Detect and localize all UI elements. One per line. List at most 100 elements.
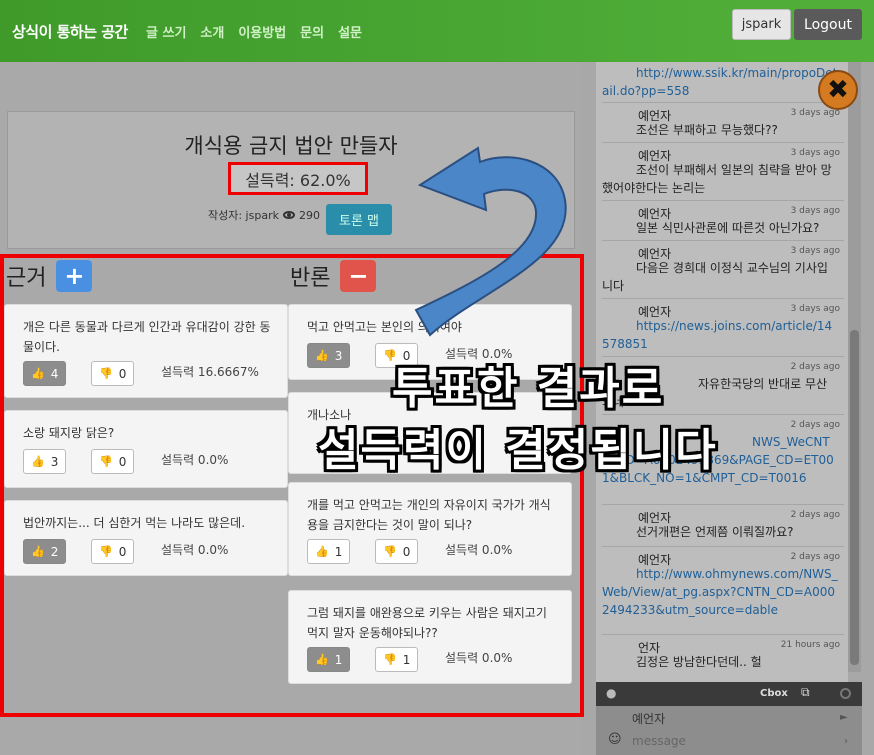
- upvote-button[interactable]: 👍 2: [23, 539, 67, 564]
- chat-message-text: 일본 식민사관론에 따른것 아닌가요?: [636, 221, 820, 235]
- pro-card: 개은 다른 동물과 다르게 인간과 유대감이 강한 동물이다. 👍 4 👎 0 설득…: [4, 304, 288, 398]
- nav-link-about[interactable]: 소개: [200, 22, 224, 41]
- pro-card: 법안까지는... 더 심한거 먹는 나라도 많은데. 👍 2 👎 0 설득력 0.0…: [4, 500, 288, 576]
- downvote-count: 1: [402, 652, 411, 667]
- upvote-button[interactable]: 👍 4: [23, 361, 67, 386]
- upvote-button[interactable]: 👍 1: [307, 539, 351, 564]
- downvote-count: 0: [402, 544, 411, 559]
- view-count: 290: [298, 208, 320, 222]
- chat-time: 3 days ago: [790, 304, 840, 314]
- cbox-brand[interactable]: Cbox: [760, 688, 788, 699]
- smiley-icon[interactable]: ☺: [608, 732, 622, 747]
- chat-message-text: 김정은 방남한다던데.. 헐: [636, 655, 762, 669]
- chat-message: 언자 21 hours ago 김정은 방남한다던데.. 헐: [602, 634, 844, 678]
- card-score: 설득력 0.0%: [161, 453, 229, 467]
- chat-time: 21 hours ago: [780, 640, 840, 650]
- curved-arrow-annotation: [414, 146, 567, 337]
- chat-time: 3 days ago: [790, 206, 840, 216]
- user-button[interactable]: jspark: [732, 9, 791, 40]
- card-text: 그럼 돼지를 애완용으로 키우는 사람은 돼지고기 먹지 말자 운동해야되나??: [307, 606, 547, 640]
- downvote-button[interactable]: 👎 0: [91, 539, 135, 564]
- chat-time: 3 days ago: [790, 148, 840, 158]
- upvote-button[interactable]: 👍 3: [307, 343, 351, 368]
- chat-message-input[interactable]: message: [632, 734, 686, 748]
- card-text: 개를 먹고 안먹고는 개인의 자유이지 국가가 개식용을 금지한다는 것이 말이…: [307, 498, 551, 532]
- chat-message: 예언자 2 days ago http://www.ohmynews.com/N…: [602, 546, 844, 634]
- chat-time: 3 days ago: [790, 246, 840, 256]
- chat-time: 2 days ago: [790, 552, 840, 562]
- thumbs-down-icon: 👎: [99, 367, 113, 380]
- nav-link-survey[interactable]: 설문: [338, 22, 362, 41]
- pro-label: 근거: [6, 266, 47, 291]
- logout-button[interactable]: Logout: [794, 9, 862, 40]
- status-icon[interactable]: [840, 688, 851, 699]
- person-icon[interactable]: ●: [606, 686, 616, 700]
- thumbs-up-icon: 👍: [31, 545, 45, 558]
- overlay-caption-line1: 투표한 결과로: [392, 363, 665, 414]
- upvote-button[interactable]: 👍 3: [23, 449, 67, 474]
- con-card: 그럼 돼지를 애완용으로 키우는 사람은 돼지고기 먹지 말자 운동해야되나??…: [288, 590, 572, 684]
- upvote-count: 3: [334, 348, 343, 363]
- chat-scroll-thumb[interactable]: [850, 330, 859, 665]
- upvote-button[interactable]: 👍 1: [307, 647, 351, 672]
- thumbs-up-icon: 👍: [31, 455, 45, 468]
- popout-icon[interactable]: ⧉: [801, 685, 810, 700]
- downvote-button[interactable]: 👎 1: [375, 647, 419, 672]
- chat-toolbar: ● Cbox ⧉: [596, 682, 862, 706]
- upvote-count: 2: [50, 544, 59, 559]
- downvote-button[interactable]: 👎 0: [91, 361, 135, 386]
- thumbs-down-icon: 👎: [383, 653, 397, 666]
- chat-footer: ● Cbox ⧉ 예언자 ► ☺ message ›: [596, 682, 862, 755]
- chat-message: 예언자 3 days ago 조선이 부패해서 일본의 침략을 받아 망했어야한…: [602, 142, 844, 200]
- add-pro-button[interactable]: +: [56, 260, 93, 292]
- close-icon[interactable]: ✖: [818, 70, 858, 110]
- downvote-button[interactable]: 👎 0: [91, 449, 135, 474]
- chat-message-text: 다음은 경희대 이정식 교수님의 기사입니다: [602, 261, 828, 293]
- upvote-count: 3: [50, 454, 59, 469]
- nav-link-contact[interactable]: 문의: [300, 22, 324, 41]
- chat-message: 예언자 3 days ago 일본 식민사관론에 따른것 아닌가요?: [602, 200, 844, 240]
- send-arrow-icon[interactable]: ›: [844, 736, 848, 747]
- downvote-button[interactable]: 👎 0: [375, 539, 419, 564]
- chat-message: 예언자 2 days ago 선거개편은 언제쯤 이뤄질까요?: [602, 504, 844, 546]
- card-text: 소랑 돼지랑 닭은?: [23, 426, 115, 440]
- thumbs-up-icon: 👍: [31, 367, 45, 380]
- thumbs-down-icon: 👎: [99, 545, 113, 558]
- thumbs-up-icon: 👍: [315, 349, 329, 362]
- chat-time: 2 days ago: [790, 420, 840, 430]
- downvote-count: 0: [118, 454, 127, 469]
- chat-message-text[interactable]: http://www.ohmynews.com/NWS_Web/View/at_…: [602, 565, 838, 619]
- chat-message-text: 조선은 부패하고 무능했다??: [636, 123, 778, 137]
- thumbs-down-icon: 👎: [383, 545, 397, 558]
- nav-link-howto[interactable]: 이용방법: [238, 22, 286, 41]
- pro-card: 소랑 돼지랑 닭은? 👍 3 👎 0 설득력 0.0%: [4, 410, 288, 488]
- card-text: 개은 다른 동물과 다르게 인간과 유대감이 강한 동물이다.: [23, 320, 271, 354]
- persuasion-score: 설득력: 62.0%: [228, 162, 368, 195]
- chat-time: 2 days ago: [790, 510, 840, 520]
- eye-icon: [282, 211, 295, 219]
- chat-message: 예언자 3 days ago https://news.joins.com/ar…: [602, 298, 844, 356]
- chat-message-text: 선거개편은 언제쯤 이뤄질까요?: [636, 525, 794, 539]
- card-score: 설득력 0.0%: [161, 543, 229, 557]
- brand-logo[interactable]: 상식이 통하는 공간: [12, 21, 128, 42]
- chat-message: 예언자 3 days ago 다음은 경희대 이정식 교수님의 기사입니다: [602, 240, 844, 298]
- chat-message: http://www.ssik.kr/main/propoDetail.do?p…: [602, 62, 844, 98]
- card-score: 설득력 0.0%: [445, 543, 513, 557]
- thumbs-down-icon: 👎: [99, 455, 113, 468]
- upvote-count: 1: [334, 652, 343, 667]
- navbar: 상식이 통하는 공간 글 쓰기 소개 이용방법 문의 설문 jspark Log…: [0, 0, 874, 62]
- chat-message: 예언자 3 days ago 조선은 부패하고 무능했다??: [602, 102, 844, 142]
- chat-message-text[interactable]: http://www.ssik.kr/main/propoDetail.do?p…: [602, 64, 838, 100]
- chat-message-text: 조선이 부패해서 일본의 침략을 받아 망했어야한다는 논리는: [602, 163, 832, 195]
- chat-name-field[interactable]: 예언자: [632, 710, 665, 727]
- topic-meta: 작성자: jspark 290: [208, 207, 320, 223]
- upvote-count: 1: [334, 544, 343, 559]
- speaker-icon[interactable]: ►: [840, 712, 848, 723]
- con-label: 반론: [290, 266, 331, 291]
- chat-message-text[interactable]: https://news.joins.com/article/14578851: [602, 317, 838, 353]
- nav-link-write[interactable]: 글 쓰기: [146, 22, 186, 41]
- pro-column-header: 근거 +: [6, 260, 93, 292]
- card-text: 법안까지는... 더 심한거 먹는 나라도 많은데.: [23, 516, 246, 530]
- nav-links: 글 쓰기 소개 이용방법 문의 설문: [146, 22, 362, 41]
- chat-time: 2 days ago: [790, 362, 840, 372]
